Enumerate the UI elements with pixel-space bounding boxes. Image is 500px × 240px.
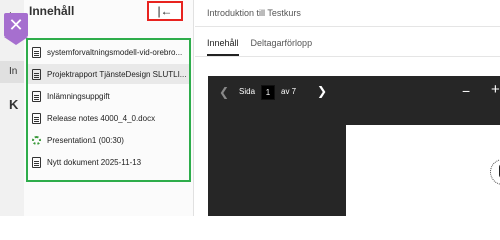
divider — [195, 26, 500, 27]
list-item[interactable]: Projektrapport TjänsteDesign SLUTLI... — [28, 64, 189, 84]
course-title: Introduktion till Testkurs — [207, 8, 301, 18]
document-label: Presentation1 (00:30) — [47, 135, 124, 145]
document-label: Inlämningsuppgift — [47, 91, 110, 101]
page-count-label: av 7 — [281, 87, 297, 96]
viewer-toolbar: ❮ Sida 1 av 7 ❯ − + — [208, 76, 500, 108]
panel-title: Innehåll — [29, 4, 75, 18]
university-seal-logo — [490, 159, 500, 185]
loading-icon — [32, 135, 41, 145]
list-item[interactable]: Nytt dokument 2025-11-13 — [28, 152, 189, 172]
document-page — [346, 125, 500, 216]
background-heading-letter: K — [9, 97, 19, 112]
document-label: Nytt dokument 2025-11-13 — [47, 157, 142, 167]
document-list: systemforvaltningsmodell-vid-orebro... P… — [26, 38, 191, 182]
document-icon — [32, 90, 41, 102]
document-viewer: ❮ Sida 1 av 7 ❯ − + — [208, 76, 500, 216]
content-side-panel: Innehåll |← systemforvaltningsmodell-vid… — [24, 0, 194, 216]
collapse-panel-button[interactable]: |← — [147, 1, 183, 21]
document-label: Release notes 4000_4_0.docx — [47, 113, 156, 123]
divider — [195, 56, 500, 57]
list-item[interactable]: Release notes 4000_4_0.docx — [28, 108, 189, 128]
document-label: Projektrapport TjänsteDesign SLUTLI... — [47, 69, 187, 79]
chevron-left-icon[interactable]: ❮ — [219, 85, 229, 99]
collapse-left-icon: |← — [157, 4, 173, 18]
document-label: systemforvaltningsmodell-vid-orebro... — [47, 47, 183, 57]
page: Ir In K ✕ Innehåll |← systemforvaltnings… — [0, 0, 500, 216]
document-icon — [32, 68, 41, 80]
tab-participant-progress[interactable]: Deltagarförlopp — [251, 38, 313, 56]
list-item[interactable]: Inlämningsuppgift — [28, 86, 189, 106]
chevron-right-icon[interactable]: ❯ — [317, 84, 327, 98]
close-panel-button[interactable]: ✕ — [4, 13, 28, 45]
page-label: Sida — [239, 87, 256, 96]
page-number-input[interactable]: 1 — [261, 85, 275, 100]
close-icon: ✕ — [8, 15, 24, 35]
main-content: Introduktion till Testkurs Innehåll Delt… — [195, 0, 500, 216]
zoom-in-button[interactable]: + — [491, 81, 500, 98]
background-tab[interactable]: In — [0, 61, 24, 83]
document-icon — [32, 112, 41, 124]
document-icon — [32, 156, 41, 168]
tab-bar: Innehåll Deltagarförlopp — [207, 38, 324, 56]
document-icon — [32, 46, 41, 58]
tab-content[interactable]: Innehåll — [207, 38, 239, 56]
zoom-out-button[interactable]: − — [462, 83, 470, 99]
list-item[interactable]: Presentation1 (00:30) — [28, 130, 189, 150]
list-item[interactable]: systemforvaltningsmodell-vid-orebro... — [28, 42, 189, 62]
